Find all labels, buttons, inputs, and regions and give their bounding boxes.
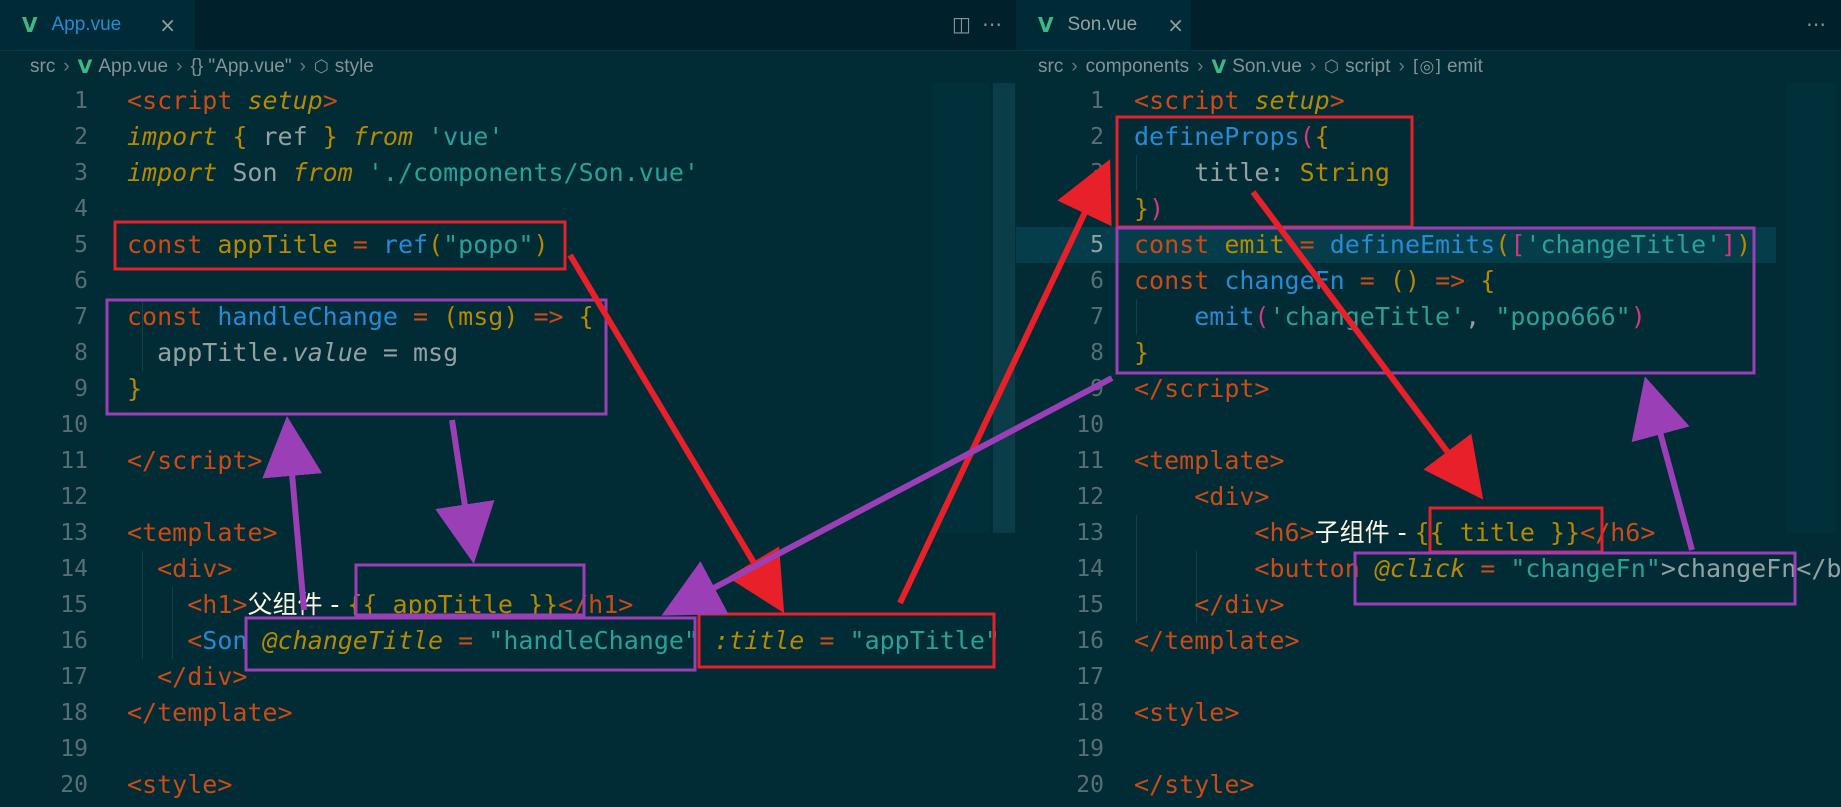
highlight-box-handlechange	[105, 298, 608, 416]
highlight-box-title-interpolation	[1428, 506, 1604, 554]
highlight-box-click-handler	[1353, 551, 1797, 606]
arrow-handler-to-display	[435, 419, 495, 564]
arrow-title-prop-to-defineprops	[897, 159, 1112, 605]
arrow-apptitle-to-title-prop	[567, 253, 785, 614]
highlight-box-defineemits	[1115, 226, 1756, 375]
arrow-emit-to-listener	[661, 375, 1114, 616]
arrow-listener-to-handler	[262, 416, 323, 611]
annotation-overlay	[105, 115, 1797, 672]
arrow-click-to-changefn	[1631, 376, 1695, 551]
highlight-box-apptitle-ref	[113, 220, 567, 271]
highlight-box-apptitle-display	[354, 563, 586, 617]
highlight-box-title-binding	[697, 612, 996, 669]
arrow-props-title-to-template	[1250, 190, 1484, 500]
highlight-box-changetitle-listener	[244, 616, 697, 672]
